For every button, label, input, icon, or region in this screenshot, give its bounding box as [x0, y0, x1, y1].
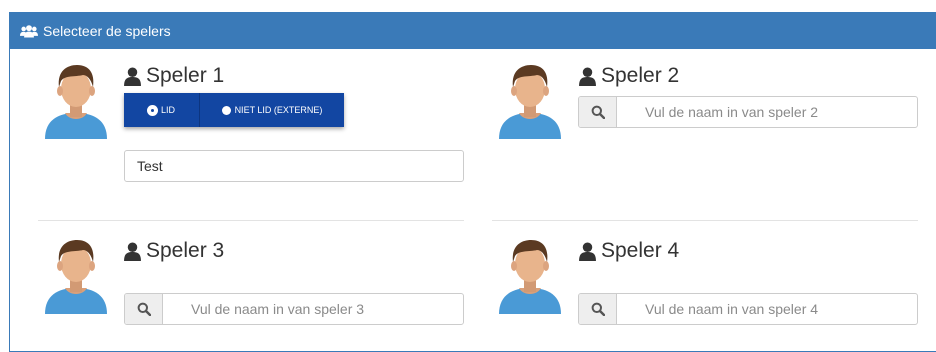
user-icon [124, 67, 141, 86]
player-4-search-input[interactable] [617, 294, 917, 324]
player-4-search [578, 293, 918, 325]
player-1-name-input[interactable] [124, 150, 464, 182]
radio-checked-icon [147, 105, 157, 115]
player-2-title-text: Speler 2 [601, 64, 680, 87]
player-2-title: Speler 2 [579, 64, 679, 88]
membership-toggle: LID NIET LID (EXTERNE) [124, 93, 344, 127]
avatar-icon [497, 236, 563, 314]
player-3-search [124, 293, 464, 325]
search-icon [579, 97, 617, 127]
membership-option-niet-lid[interactable]: NIET LID (EXTERNE) [200, 93, 344, 127]
player-1-title-text: Speler 1 [146, 64, 225, 87]
search-icon [579, 294, 617, 324]
player-3-title-text: Speler 3 [146, 239, 225, 262]
avatar-icon [43, 236, 109, 314]
user-icon [579, 67, 596, 86]
users-icon [20, 24, 38, 38]
avatar-icon [497, 61, 563, 139]
player-3-title: Speler 3 [124, 239, 224, 263]
membership-option-lid[interactable]: LID [124, 93, 200, 127]
search-icon [125, 294, 163, 324]
panel-heading: Selecteer de spelers [10, 13, 936, 49]
radio-unchecked-icon [221, 105, 231, 115]
divider-right [492, 220, 918, 221]
player-4-title: Speler 4 [579, 239, 679, 263]
avatar-icon [43, 61, 109, 139]
player-4-title-text: Speler 4 [601, 239, 680, 262]
player-2-search [578, 96, 918, 128]
membership-option-lid-label: LID [160, 105, 175, 115]
user-icon [579, 242, 596, 261]
player-3-search-input[interactable] [163, 294, 463, 324]
player-1-title: Speler 1 [124, 64, 224, 88]
panel-title: Selecteer de spelers [43, 23, 171, 39]
player-2-search-input[interactable] [617, 97, 917, 127]
user-icon [124, 242, 141, 261]
membership-option-niet-lid-label: NIET LID (EXTERNE) [234, 105, 323, 115]
divider-left [38, 220, 464, 221]
